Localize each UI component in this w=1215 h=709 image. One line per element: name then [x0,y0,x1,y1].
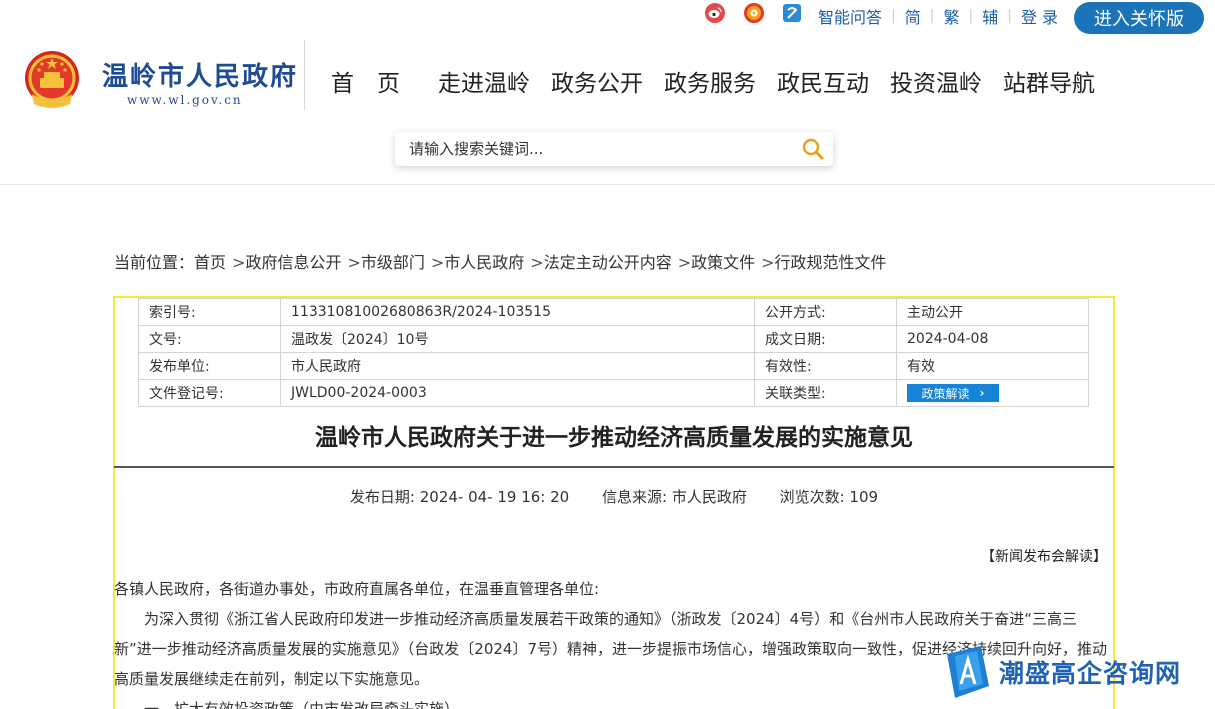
document-meta-table: 索引号: 11331081002680863R/2024-103515 公开方式… [138,298,1089,407]
breadcrumb-item-statutory[interactable]: 法定主动公开内容 [544,253,672,272]
meta-value: JWLD00-2024-0003 [280,379,755,407]
meta-value: 市人民政府 [280,352,755,380]
header-divider [0,184,1215,185]
divider [304,40,305,110]
view-count: 浏览次数: 109 [779,488,879,506]
toutiao-icon[interactable] [744,3,764,23]
breadcrumb-item-departments[interactable]: 市级部门 [361,253,425,272]
nav-home[interactable]: 首 页 [331,64,400,98]
top-links: 智能问答 | 简 | 繁 | 辅 | 登 录 [818,4,1058,28]
divider: | [891,8,896,24]
meta-key: 公开方式: [754,298,897,326]
nav-investment[interactable]: 投资温岭 [890,64,982,98]
meta-key: 文件登记号: [138,379,281,407]
breadcrumb-separator: > [761,253,775,272]
top-link-accessibility[interactable]: 辅 [982,4,998,28]
app-icon[interactable] [783,4,801,22]
top-link-traditional[interactable]: 繁 [943,4,959,28]
watermark-text: 潮盛高企咨询网 [999,659,1182,688]
national-emblem-logo[interactable] [20,48,84,114]
meta-value: 主动公开 [896,298,1089,326]
meta-key: 文号: [138,325,281,353]
publish-info: 发布日期: 2024- 04- 19 16: 20 信息来源: 市人民政府 浏览… [114,486,1114,507]
top-link-ai-qa[interactable]: 智能问答 [818,4,882,28]
table-row: 索引号: 11331081002680863R/2024-103515 公开方式… [138,298,1089,326]
table-row: 文件登记号: JWLD00-2024-0003 关联类型: 政策解读 › [138,379,1089,407]
meta-value: 温政发〔2024〕10号 [280,325,755,353]
nav-gov-services[interactable]: 政务服务 [664,64,756,98]
breadcrumb-separator: > [677,253,692,272]
divider: | [929,8,935,24]
info-source: 信息来源: 市人民政府 [602,488,747,506]
search-icon[interactable] [801,137,825,161]
breadcrumb-item-policy-docs[interactable]: 政策文件 [691,253,755,272]
nav-gov-disclosure[interactable]: 政务公开 [551,64,643,98]
table-row: 发布单位: 市人民政府 有效性: 有效 [138,352,1089,380]
meta-key: 有效性: [754,352,897,380]
nav-interaction[interactable]: 政民互动 [777,64,869,98]
breadcrumb-item-city-gov[interactable]: 市人民政府 [444,253,524,272]
policy-interpretation-label: 政策解读 [921,386,970,401]
weibo-icon[interactable] [705,3,725,23]
article-paragraph: 各镇人民政府，各街道办事处，市政府直属各单位，在温垂直管理各单位: [114,580,600,598]
policy-interpretation-button[interactable]: 政策解读 › [907,384,999,402]
breadcrumb-item-info-disclosure[interactable]: 政府信息公开 [245,253,341,272]
document-title: 温岭市人民政府关于进一步推动经济高质量发展的实施意见 [315,425,913,451]
breadcrumb-prefix: 当前位置： [114,253,195,272]
press-conference-link[interactable]: 【新闻发布会解读】 [981,546,1107,566]
site-title[interactable]: 温岭市人民政府 [102,56,298,93]
divider: | [1007,8,1012,24]
watermark-logo-icon [947,646,989,698]
site-url: www.wl.gov.cn [127,93,243,107]
title-divider [114,466,1114,468]
breadcrumb-item-home[interactable]: 首页 [194,253,226,272]
main-nav: 首 页 走进温岭 政务公开 政务服务 政民互动 投资温岭 站群导航 [331,64,1095,98]
publish-date: 发布日期: 2024- 04- 19 16: 20 [349,488,570,506]
breadcrumb-separator: > [430,253,445,272]
top-bar: 智能问答 | 简 | 繁 | 辅 | 登 录 进入关怀版 [0,0,1215,36]
watermark: 潮盛高企咨询网 [947,646,1181,698]
table-row: 文号: 温政发〔2024〕10号 成文日期: 2024-04-08 [138,325,1089,353]
top-link-login[interactable]: 登 录 [1021,4,1058,28]
meta-value: 2024-04-08 [896,325,1089,353]
breadcrumb: 当前位置：首页 >政府信息公开 >市级部门 >市人民政府 >法定主动公开内容 >政策文件 >… [114,249,887,273]
care-mode-button[interactable]: 进入关怀版 [1074,2,1204,34]
meta-value: 政策解读 › [896,379,1089,407]
meta-key: 索引号: [138,298,281,326]
breadcrumb-item-normative-docs[interactable]: 行政规范性文件 [775,253,887,272]
search-bar [395,132,833,166]
meta-value: 11331081002680863R/2024-103515 [280,298,755,326]
meta-key: 成文日期: [754,325,897,353]
meta-key: 发布单位: [138,352,281,380]
breadcrumb-separator: > [530,253,544,272]
chevron-right-icon: › [979,386,985,400]
nav-about-wenling[interactable]: 走进温岭 [438,64,530,98]
breadcrumb-separator: > [232,253,246,272]
nav-site-group[interactable]: 站群导航 [1003,64,1095,98]
breadcrumb-separator: > [347,253,361,272]
meta-value: 有效 [896,352,1089,380]
top-link-simplified[interactable]: 简 [905,4,921,28]
meta-key: 关联类型: [754,379,897,407]
search-input[interactable] [409,132,779,166]
social-icons [705,3,811,23]
divider: | [968,8,974,24]
